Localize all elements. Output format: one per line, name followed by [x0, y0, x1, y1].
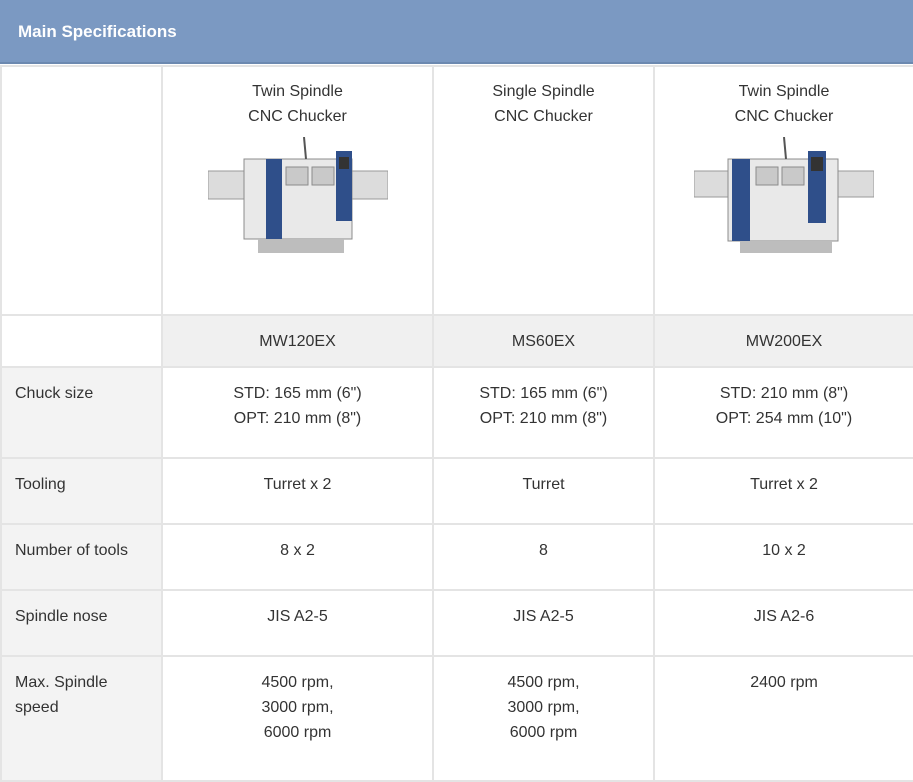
section-title-bar: Main Specifications: [0, 0, 913, 64]
spec-value: Turret x 2: [161, 457, 434, 525]
value-line: STD: 165 mm (6"): [479, 385, 608, 402]
spec-row-tooling: Tooling Turret x 2 Turret Turret x 2: [0, 457, 913, 525]
value-line: 6000 rpm: [263, 724, 332, 741]
spec-value: 4500 rpm, 3000 rpm, 6000 rpm: [161, 655, 434, 782]
machine-column-1: Twin Spindle CNC Chucker: [161, 65, 434, 316]
spec-label: Tooling: [0, 457, 163, 525]
spec-value: JIS A2-6: [653, 589, 913, 657]
machine-image-mw200ex: [694, 137, 874, 253]
model-name: MW200EX: [653, 314, 913, 368]
machine-type-line: CNC Chucker: [248, 108, 347, 125]
spec-value: Turret x 2: [653, 457, 913, 525]
spec-value: STD: 165 mm (6") OPT: 210 mm (8"): [432, 366, 655, 459]
model-name: MW120EX: [161, 314, 434, 368]
machine-column-2: Single Spindle CNC Chucker: [432, 65, 655, 316]
spec-page: Main Specifications Twin Spindle CNC Chu…: [0, 0, 913, 782]
value-line: 2400 rpm: [750, 674, 818, 691]
value-line: STD: 165 mm (6"): [233, 385, 362, 402]
value-line: 4500 rpm,: [261, 674, 334, 691]
value-line: OPT: 210 mm (8"): [233, 410, 362, 427]
value-line: OPT: 254 mm (10"): [715, 410, 853, 427]
machine-image-mw120ex: [207, 137, 388, 253]
spec-value: STD: 165 mm (6") OPT: 210 mm (8"): [161, 366, 434, 459]
empty-cell: [0, 314, 163, 368]
label-line: speed: [15, 699, 59, 716]
spec-value: 10 x 2: [653, 523, 913, 591]
label-line: Max. Spindle: [15, 674, 108, 691]
spec-value: 2400 rpm: [653, 655, 913, 782]
model-name: MS60EX: [432, 314, 655, 368]
value-line: 6000 rpm: [509, 724, 578, 741]
spec-value: 8: [432, 523, 655, 591]
machine-type-line: CNC Chucker: [494, 108, 593, 125]
spec-value: STD: 210 mm (8") OPT: 254 mm (10"): [653, 366, 913, 459]
spec-row-number-of-tools: Number of tools 8 x 2 8 10 x 2: [0, 523, 913, 591]
spec-row-chuck-size: Chuck size STD: 165 mm (6") OPT: 210 mm …: [0, 366, 913, 459]
spec-value: Turret: [432, 457, 655, 525]
machine-type-line: Single Spindle: [492, 83, 595, 100]
spec-label: Chuck size: [0, 366, 163, 459]
spec-value: 4500 rpm, 3000 rpm, 6000 rpm: [432, 655, 655, 782]
value-line: STD: 210 mm (8"): [719, 385, 849, 402]
machine-type-line: Twin Spindle: [252, 83, 343, 100]
machine-type-line: CNC Chucker: [734, 108, 834, 125]
empty-cell: [0, 65, 163, 316]
model-row: MW120EX MS60EX MW200EX: [0, 314, 913, 368]
value-line: 3000 rpm,: [261, 699, 334, 716]
spec-row-spindle-nose: Spindle nose JIS A2-5 JIS A2-5 JIS A2-6: [0, 589, 913, 657]
spec-label: Spindle nose: [0, 589, 163, 657]
machine-column-3: Twin Spindle CNC Chucker: [653, 65, 913, 316]
spec-table: Twin Spindle CNC Chucker Single Spindle: [0, 65, 913, 782]
spec-value: 8 x 2: [161, 523, 434, 591]
section-title: Main Specifications: [18, 22, 177, 41]
spec-value: JIS A2-5: [432, 589, 655, 657]
spec-label: Max. Spindle speed: [0, 655, 163, 782]
spec-label: Number of tools: [0, 523, 163, 591]
machine-type-line: Twin Spindle: [738, 83, 830, 100]
machine-header-row: Twin Spindle CNC Chucker Single Spindle: [0, 65, 913, 316]
spec-row-max-spindle-speed: Max. Spindle speed 4500 rpm, 3000 rpm, 6…: [0, 655, 913, 782]
value-line: OPT: 210 mm (8"): [479, 410, 608, 427]
spec-value: JIS A2-5: [161, 589, 434, 657]
value-line: 4500 rpm,: [507, 674, 580, 691]
value-line: 3000 rpm,: [507, 699, 580, 716]
